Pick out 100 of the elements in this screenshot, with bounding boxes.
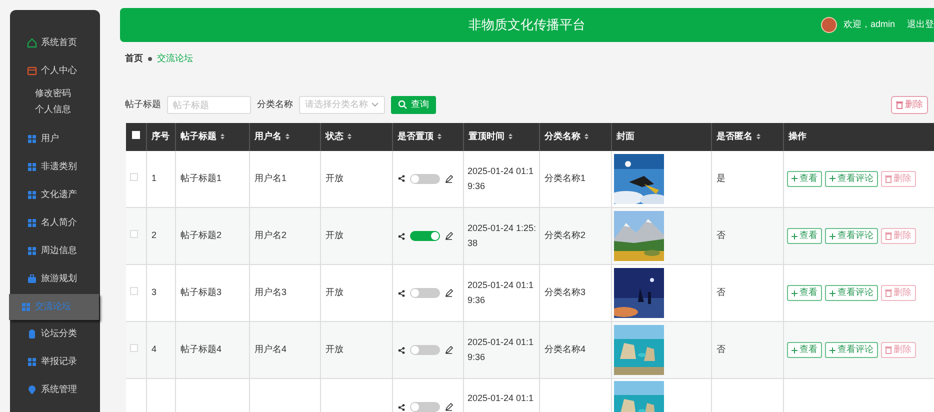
location-pin-icon [27, 385, 37, 395]
toggle-switch[interactable] [410, 402, 440, 412]
sidebar-item[interactable]: 举报记录 [10, 349, 100, 375]
plus-icon [828, 232, 836, 240]
row-checkbox[interactable] [130, 344, 138, 352]
toggle-switch[interactable] [410, 174, 440, 184]
column-header[interactable]: 是否置顶 [398, 130, 462, 144]
grid-icon [27, 218, 37, 228]
anonymous-label: 否 [716, 344, 726, 354]
sidebar-item[interactable]: 旅游规划 [10, 266, 100, 292]
view-button[interactable]: 查看 [786, 285, 822, 301]
post-title: 帖子标题1 [180, 173, 222, 183]
submenu-item[interactable]: 修改密码 [10, 86, 100, 102]
view-button[interactable]: 查看 [786, 228, 822, 244]
pinned-time: 2025-01-24 1:25:38 [468, 223, 536, 248]
trash-icon [896, 100, 903, 108]
column-header: 序号 [152, 130, 170, 143]
plus-icon [790, 346, 798, 354]
select-all-checkbox[interactable] [132, 130, 140, 139]
pencil-icon [444, 346, 452, 354]
sidebar-item[interactable]: 系统管理 [10, 377, 100, 403]
view-button[interactable]: 查看评论 [824, 170, 878, 187]
sidebar-item[interactable]: 个人中心 [10, 58, 100, 84]
clipboard-icon [27, 329, 37, 339]
column-header[interactable]: 用户名 [254, 130, 320, 144]
plus-icon [790, 175, 798, 182]
row-number: 2 [152, 230, 157, 240]
category-name: 分类名称3 [544, 287, 586, 298]
field-label: 帖子标题 [125, 98, 161, 111]
category-name: 分类名称1 [544, 173, 586, 183]
row-checkbox[interactable] [130, 230, 138, 238]
avatar-icon [821, 17, 838, 33]
row-checkbox[interactable] [130, 287, 138, 296]
home-icon [27, 38, 37, 48]
pinned-time: 2025-01-24 01:19:36 [468, 280, 534, 305]
column-header: 操作 [788, 130, 808, 143]
field-label: 分类名称 [257, 98, 293, 111]
sort-icon [220, 133, 224, 140]
breadcrumb-item[interactable]: 首页 [125, 52, 143, 66]
status-text: 开放 [326, 344, 344, 354]
sidebar-item[interactable]: 用户 [10, 126, 100, 152]
column-header[interactable]: 状态 [326, 130, 392, 144]
trash-icon [884, 232, 892, 240]
chevron-down-icon [371, 102, 379, 108]
sort-icon [508, 133, 512, 140]
column-header[interactable]: 置顶时间 [468, 130, 538, 144]
sort-icon [436, 133, 442, 140]
grid-icon [27, 162, 37, 172]
toggle-switch[interactable] [410, 288, 440, 298]
user-name: 用户名1 [254, 173, 287, 183]
sidebar-item[interactable]: 非遗类别 [10, 154, 100, 180]
grid-icon [27, 134, 37, 144]
grid-icon [27, 357, 37, 367]
view-button[interactable]: 查看评论 [824, 285, 878, 301]
grid-icon [27, 190, 37, 200]
sort-icon [346, 133, 352, 140]
user-name: 用户名3 [254, 287, 287, 298]
user-name: 用户名2 [254, 230, 287, 240]
status-text: 开放 [326, 230, 344, 240]
plus-icon [828, 346, 836, 354]
title-input[interactable]: 帖子标题 [167, 96, 251, 114]
site-title: 非物质文化传播平台 [468, 16, 586, 34]
pinned-time: 2025-01-24 01:19:36 [468, 337, 534, 362]
plus-icon [790, 290, 798, 296]
column-header[interactable]: 是否匿名 [716, 130, 782, 144]
row-checkbox[interactable] [130, 173, 138, 181]
toggle-switch[interactable] [410, 345, 440, 355]
view-button[interactable]: 查看评论 [824, 228, 878, 244]
sidebar-item[interactable]: 系统首页 [10, 30, 100, 56]
column-header: 封面 [616, 130, 636, 143]
sidebar-item[interactable]: 名人简介 [10, 210, 100, 236]
submenu-item[interactable]: 个人信息 [10, 102, 100, 118]
share-icon [398, 175, 404, 182]
pencil-icon [444, 174, 452, 183]
view-button[interactable]: 查看 [786, 342, 822, 358]
anonymous-label: 是 [716, 173, 726, 183]
post-title: 帖子标题4 [180, 344, 222, 354]
row-number: 3 [152, 287, 157, 298]
pencil-icon [444, 232, 452, 240]
sort-icon [756, 133, 760, 140]
sidebar-item[interactable]: 周边信息 [10, 238, 100, 264]
share-icon [398, 290, 404, 296]
sort-icon [284, 133, 290, 140]
pencil-icon [444, 403, 452, 411]
plus-icon [790, 232, 798, 240]
view-button[interactable]: 查看 [786, 170, 822, 187]
plus-icon [828, 175, 836, 182]
status-text: 开放 [326, 287, 344, 298]
toggle-switch[interactable] [410, 231, 440, 241]
view-button[interactable]: 查看评论 [824, 342, 878, 358]
sidebar-item[interactable]: 论坛分类 [10, 321, 100, 347]
post-title: 帖子标题3 [180, 287, 222, 298]
grid-icon [27, 246, 37, 256]
row-number: 4 [152, 344, 157, 354]
wallet-icon [27, 66, 37, 76]
sidebar-item[interactable]: 文化遗产 [10, 182, 100, 208]
column-header[interactable]: 帖子标题 [180, 130, 248, 144]
status-text: 开放 [326, 173, 344, 183]
share-icon [398, 232, 404, 240]
column-header[interactable]: 分类名称 [544, 130, 610, 144]
